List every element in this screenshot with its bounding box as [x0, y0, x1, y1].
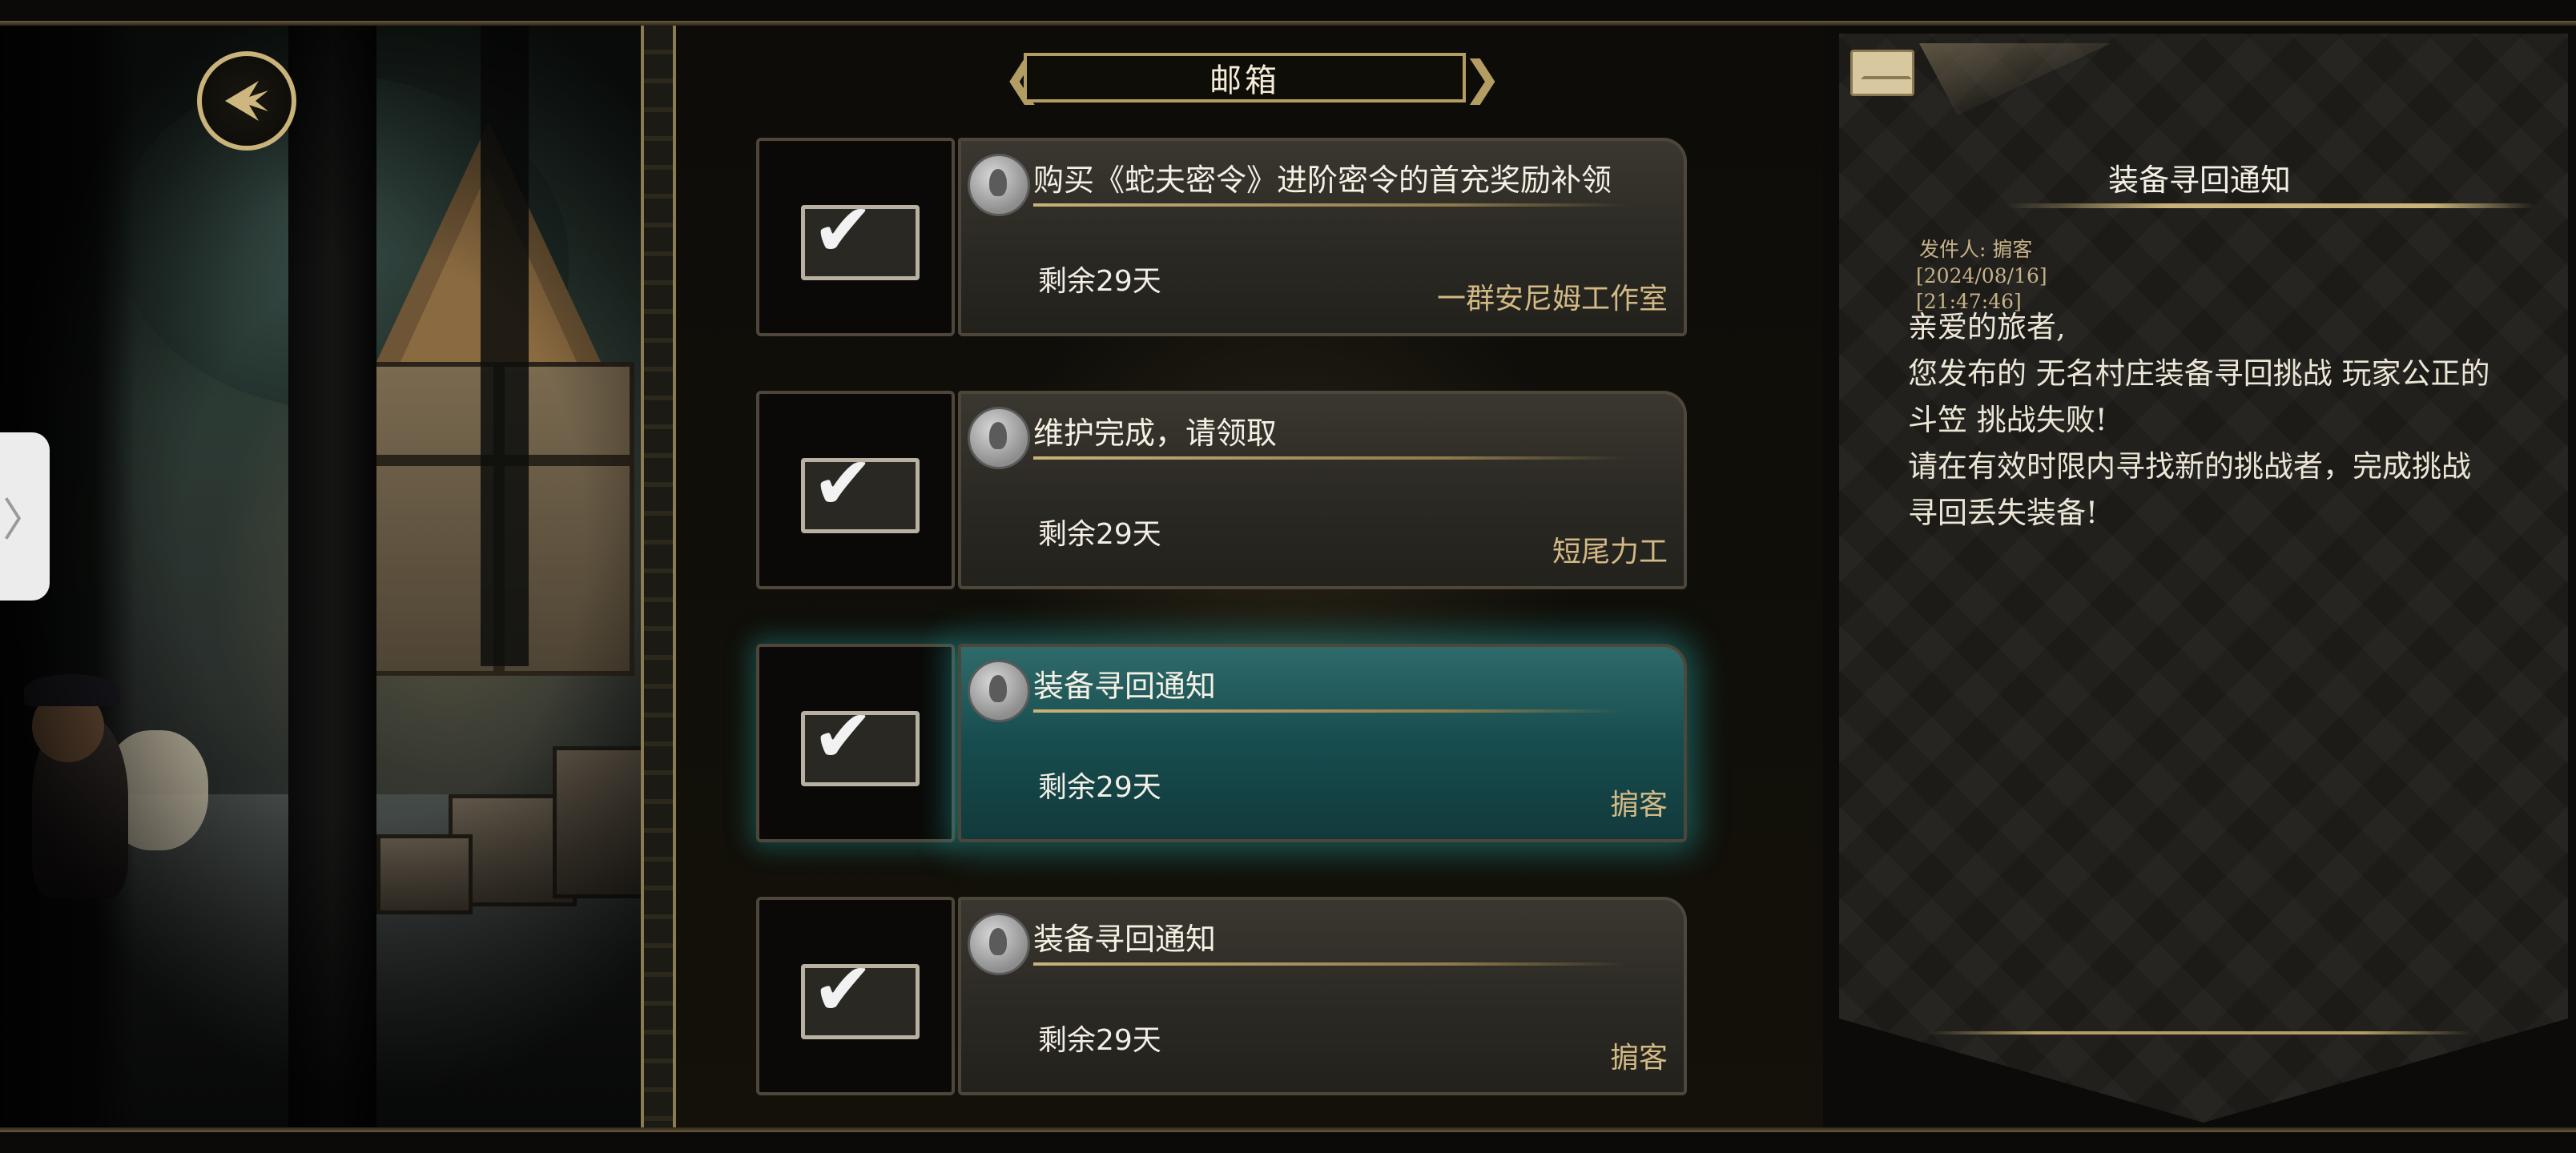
- mail-status-box: ✔: [756, 644, 955, 842]
- mail-sender: 掮客: [1609, 789, 1668, 822]
- mail-expiry: 剩余29天: [1038, 771, 1161, 804]
- subject-rule: [1033, 203, 1626, 207]
- subject-rule: [1033, 962, 1626, 966]
- checkmark-icon: ✔: [812, 187, 875, 273]
- detail-body-line: 请在有效时限内寻找新的挑战者，完成挑战寻回丢失装备!: [1908, 449, 2471, 530]
- envelope-icon: [1850, 50, 1914, 96]
- mail-item-1[interactable]: ✔ 购买《蛇夫密令》进阶密令的首充奖励补领 剩余29天 一群安尼姆工作室: [756, 138, 1735, 336]
- scene-vignette: [0, 26, 641, 1127]
- page-title: 邮箱: [1024, 53, 1466, 102]
- mail-item-2[interactable]: ✔ 维护完成，请领取 剩余29天 短尾力工: [756, 391, 1735, 589]
- checkmark-icon: ✔: [812, 693, 875, 779]
- mail-sender: 掮客: [1609, 1042, 1668, 1075]
- mail-detail-panel: 装备寻回通知 发件人: 掮客 [2024/08/16] [21:47:46] 亲…: [1823, 26, 2576, 1127]
- mail-sender: 短尾力工: [1552, 536, 1668, 568]
- divider-pillar: [641, 26, 676, 1127]
- detail-title-rule: [2007, 203, 2536, 208]
- mail-expiry: 剩余29天: [1038, 1024, 1161, 1057]
- banner-right-ornament: ❯: [1463, 50, 1502, 105]
- detail-bottom-rule: [1927, 1031, 2472, 1034]
- mail-status-box: ✔: [756, 897, 955, 1095]
- bottom-frame-rule: [0, 1127, 2576, 1132]
- back-arrow-icon: [225, 81, 268, 121]
- side-drawer-handle[interactable]: 〉: [0, 432, 50, 601]
- mail-subject: 维护完成，请领取: [1033, 416, 1278, 451]
- detail-body: 亲爱的旅者, 您发布的 无名村庄装备寻回挑战 玩家公正的斗笠 挑战失败! 请在有…: [1908, 304, 2493, 536]
- mail-subject: 装备寻回通知: [1033, 669, 1217, 704]
- detail-body-line: 您发布的 无名村庄装备寻回挑战 玩家公正的斗笠 挑战失败!: [1908, 356, 2490, 437]
- mail-sender: 一群安尼姆工作室: [1436, 283, 1668, 315]
- mail-status-box: ✔: [756, 391, 955, 589]
- mail-subject: 装备寻回通知: [1033, 922, 1217, 957]
- checkmark-icon: ✔: [812, 946, 875, 1032]
- detail-body-line: 亲爱的旅者,: [1908, 310, 2066, 344]
- mail-item-3-selected[interactable]: ✔ 装备寻回通知 剩余29天 掮客: [756, 644, 1735, 842]
- subject-rule: [1033, 709, 1626, 713]
- mail-expiry: 剩余29天: [1038, 265, 1161, 298]
- wax-seal-icon: [968, 407, 1030, 469]
- wax-seal-icon: [968, 913, 1030, 975]
- mail-status-box: ✔: [756, 138, 955, 336]
- background-scene: [0, 26, 641, 1127]
- detail-sender: 发件人: 掮客: [1919, 238, 2033, 261]
- mail-expiry: 剩余29天: [1038, 518, 1161, 551]
- wax-seal-icon: [968, 154, 1030, 216]
- checkmark-icon: ✔: [812, 440, 875, 526]
- mail-subject: 购买《蛇夫密令》进阶密令的首充奖励补领: [1033, 163, 1612, 198]
- chevron-right-icon: 〉: [2, 494, 47, 547]
- back-button[interactable]: [197, 51, 296, 151]
- detail-date: [2024/08/16]: [1916, 264, 2047, 287]
- mail-item-4[interactable]: ✔ 装备寻回通知 剩余29天 掮客: [756, 897, 1735, 1095]
- wax-seal-icon: [968, 660, 1030, 722]
- subject-rule: [1033, 456, 1626, 460]
- detail-title: 装备寻回通知: [2107, 163, 2291, 198]
